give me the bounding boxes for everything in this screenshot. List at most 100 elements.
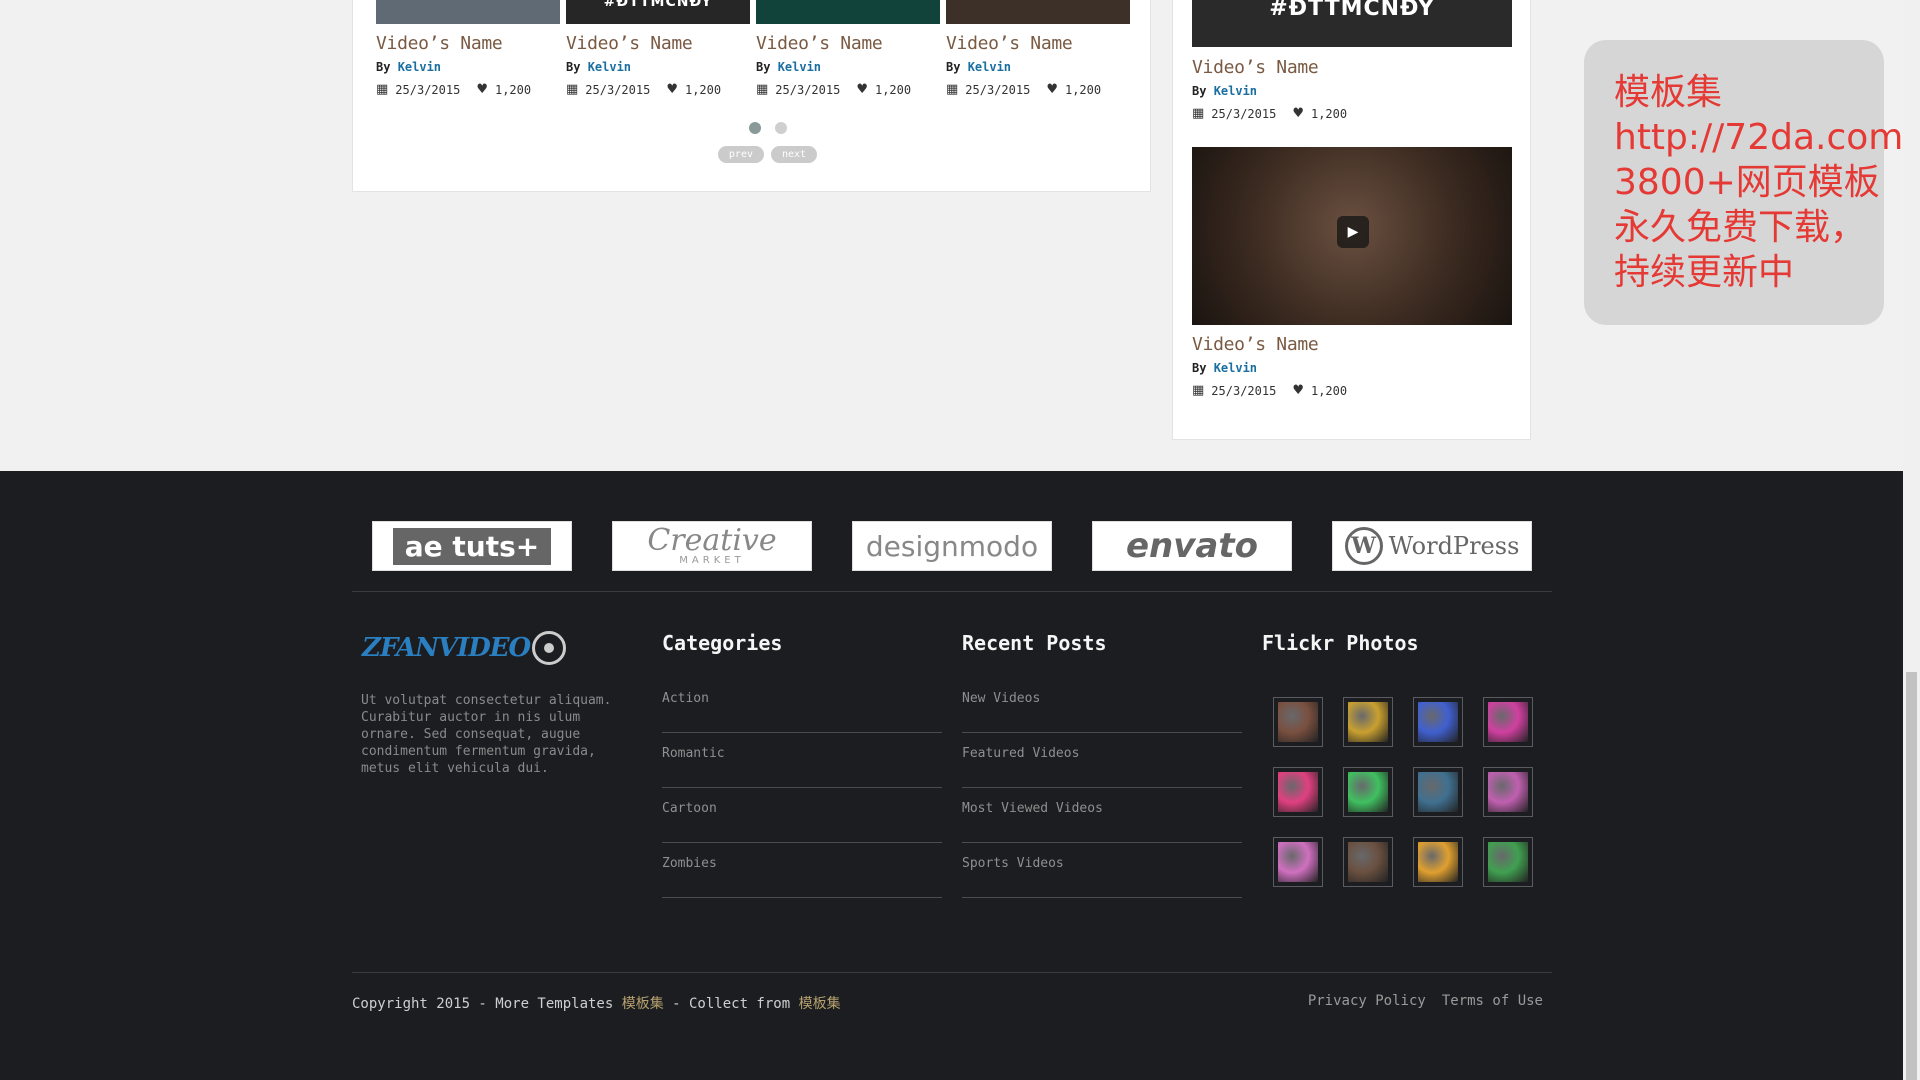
by-label: By [756, 60, 771, 74]
video-thumbnail[interactable] [946, 0, 1130, 24]
recent-posts-list: New Videos Featured Videos Most Viewed V… [962, 685, 1242, 898]
partner-logo-designmodo[interactable]: designmodo [852, 521, 1052, 571]
flickr-photo[interactable] [1483, 767, 1533, 817]
video-card[interactable]: Video’s Name By Kelvin ▦ 25/3/2015 ♥ 1,200 [756, 0, 940, 97]
video-card[interactable]: #ĐTTMCNĐY Video’s Name By Kelvin ▦ 25/3/2… [566, 0, 750, 97]
video-date: 25/3/2015 [775, 82, 841, 97]
flickr-photo[interactable] [1343, 837, 1393, 887]
video-likes: 1,200 [1310, 383, 1348, 398]
video-meta: ▦ 25/3/2015 ♥ 1,200 [946, 82, 1130, 97]
site-notice: 模板集 http://72da.com 3800+网页模板永久免费下载，持续更新… [1584, 40, 1903, 325]
video-likes: 1,200 [874, 82, 912, 97]
privacy-policy-link[interactable]: Privacy Policy [1308, 993, 1426, 1009]
footer: ae tuts+ Creative MARKET designmodo envat… [0, 471, 1903, 1080]
recent-post-link[interactable]: Featured Videos [962, 740, 1242, 788]
category-link[interactable]: Zombies [662, 850, 942, 898]
video-thumbnail[interactable]: #ĐTTMCNĐY [566, 0, 750, 24]
by-label: By [1192, 361, 1207, 375]
video-carousel: Video’s Name By Kelvin ▦ 25/3/2015 ♥ 1,200 … [352, 0, 1151, 192]
author-link[interactable]: Kelvin [398, 60, 441, 74]
video-title[interactable]: Video’s Name [1192, 334, 1512, 355]
heart-icon[interactable]: ♥ [476, 82, 488, 97]
scrollbar-thumb[interactable] [1906, 672, 1917, 1080]
heart-icon[interactable]: ♥ [666, 82, 678, 97]
sidebar-video-card[interactable]: #ĐTTMCNĐY Video’s Name By Kelvin ▦ 25/3/2… [1192, 0, 1512, 121]
video-title[interactable]: Video’s Name [946, 33, 1130, 54]
flickr-photo[interactable] [1413, 767, 1463, 817]
author-link[interactable]: Kelvin [778, 60, 821, 74]
play-icon[interactable]: ▶ [1337, 216, 1369, 248]
partner-logo-wordpress[interactable]: W WordPress [1332, 521, 1532, 571]
heart-icon[interactable]: ♥ [1292, 106, 1304, 121]
copyright-text: - Collect from [663, 996, 799, 1012]
author-link[interactable]: Kelvin [588, 60, 631, 74]
video-card[interactable]: Video’s Name By Kelvin ▦ 25/3/2015 ♥ 1,200 [946, 0, 1130, 97]
flickr-photo[interactable] [1483, 837, 1533, 887]
film-reel-icon [532, 631, 567, 665]
recent-post-link[interactable]: New Videos [962, 685, 1242, 733]
prev-button[interactable]: prev [717, 146, 764, 163]
video-date: 25/3/2015 [965, 82, 1031, 97]
video-title[interactable]: Video’s Name [756, 33, 940, 54]
video-byline: By Kelvin [1192, 84, 1512, 98]
partner-name: WordPress [1388, 532, 1520, 560]
next-button[interactable]: next [771, 146, 818, 163]
partner-subname: MARKET [679, 554, 745, 566]
flickr-photo[interactable] [1413, 697, 1463, 747]
video-title[interactable]: Video’s Name [566, 33, 750, 54]
flickr-photo[interactable] [1343, 767, 1393, 817]
heart-icon[interactable]: ♥ [856, 82, 868, 97]
heart-icon[interactable]: ♥ [1046, 82, 1058, 97]
sidebar-video-card[interactable]: ▶ Video’s Name By Kelvin ▦ 25/3/2015 ♥ 1,20… [1192, 147, 1512, 398]
video-meta: ▦ 25/3/2015 ♥ 1,200 [1192, 383, 1512, 398]
partner-name: ae tuts+ [392, 527, 552, 565]
video-byline: By Kelvin [756, 60, 940, 74]
category-link[interactable]: Cartoon [662, 795, 942, 843]
calendar-icon: ▦ [946, 82, 959, 97]
site-logo[interactable]: ZFANVIDEO [362, 631, 567, 665]
video-byline: By Kelvin [946, 60, 1130, 74]
copyright-text: Copyright 2015 - More Templates [352, 996, 622, 1012]
flickr-photo[interactable] [1413, 837, 1463, 887]
video-thumbnail[interactable]: ▶ [1192, 147, 1512, 325]
author-link[interactable]: Kelvin [968, 60, 1011, 74]
video-meta: ▦ 25/3/2015 ♥ 1,200 [376, 82, 560, 97]
partner-logo-aetuts[interactable]: ae tuts+ [372, 521, 572, 571]
video-card[interactable]: Video’s Name By Kelvin ▦ 25/3/2015 ♥ 1,200 [376, 0, 560, 97]
copyright: Copyright 2015 - More Templates 模板集 - Co… [352, 993, 841, 1013]
about-text: Ut volutpat consectetur aliquam. Curabit… [361, 693, 612, 776]
flickr-photo[interactable] [1273, 697, 1323, 747]
carousel-dots [353, 122, 1150, 134]
terms-of-use-link[interactable]: Terms of Use [1442, 993, 1543, 1009]
video-thumbnail[interactable]: #ĐTTMCNĐY [1192, 0, 1512, 47]
recent-post-link[interactable]: Sports Videos [962, 850, 1242, 898]
flickr-photo[interactable] [1273, 767, 1323, 817]
category-link[interactable]: Action [662, 685, 942, 733]
site-link[interactable]: 模板集 [622, 996, 664, 1012]
flickr-photo[interactable] [1343, 697, 1393, 747]
partner-logo-envato[interactable]: envato [1092, 521, 1292, 571]
recent-post-link[interactable]: Most Viewed Videos [962, 795, 1242, 843]
category-link[interactable]: Romantic [662, 740, 942, 788]
site-link[interactable]: 模板集 [799, 996, 841, 1012]
flickr-photo[interactable] [1483, 697, 1533, 747]
partner-logo-creative-market[interactable]: Creative MARKET [612, 521, 812, 571]
calendar-icon: ▦ [756, 82, 769, 97]
carousel-dot-1[interactable] [748, 122, 761, 134]
carousel-dot-2[interactable] [774, 122, 787, 134]
video-byline: By Kelvin [1192, 361, 1512, 375]
video-title[interactable]: Video’s Name [376, 33, 560, 54]
video-likes: 1,200 [1310, 106, 1348, 121]
video-title[interactable]: Video’s Name [1192, 57, 1512, 78]
video-date: 25/3/2015 [585, 82, 651, 97]
video-thumbnail[interactable] [756, 0, 940, 24]
video-thumbnail[interactable] [376, 0, 560, 24]
heart-icon[interactable]: ♥ [1292, 383, 1304, 398]
calendar-icon: ▦ [1192, 106, 1205, 121]
author-link[interactable]: Kelvin [1214, 84, 1257, 98]
widget-title: Flickr Photos [1262, 631, 1419, 655]
video-byline: By Kelvin [376, 60, 560, 74]
flickr-photo[interactable] [1273, 837, 1323, 887]
flickr-grid [1273, 697, 1533, 887]
author-link[interactable]: Kelvin [1214, 361, 1257, 375]
